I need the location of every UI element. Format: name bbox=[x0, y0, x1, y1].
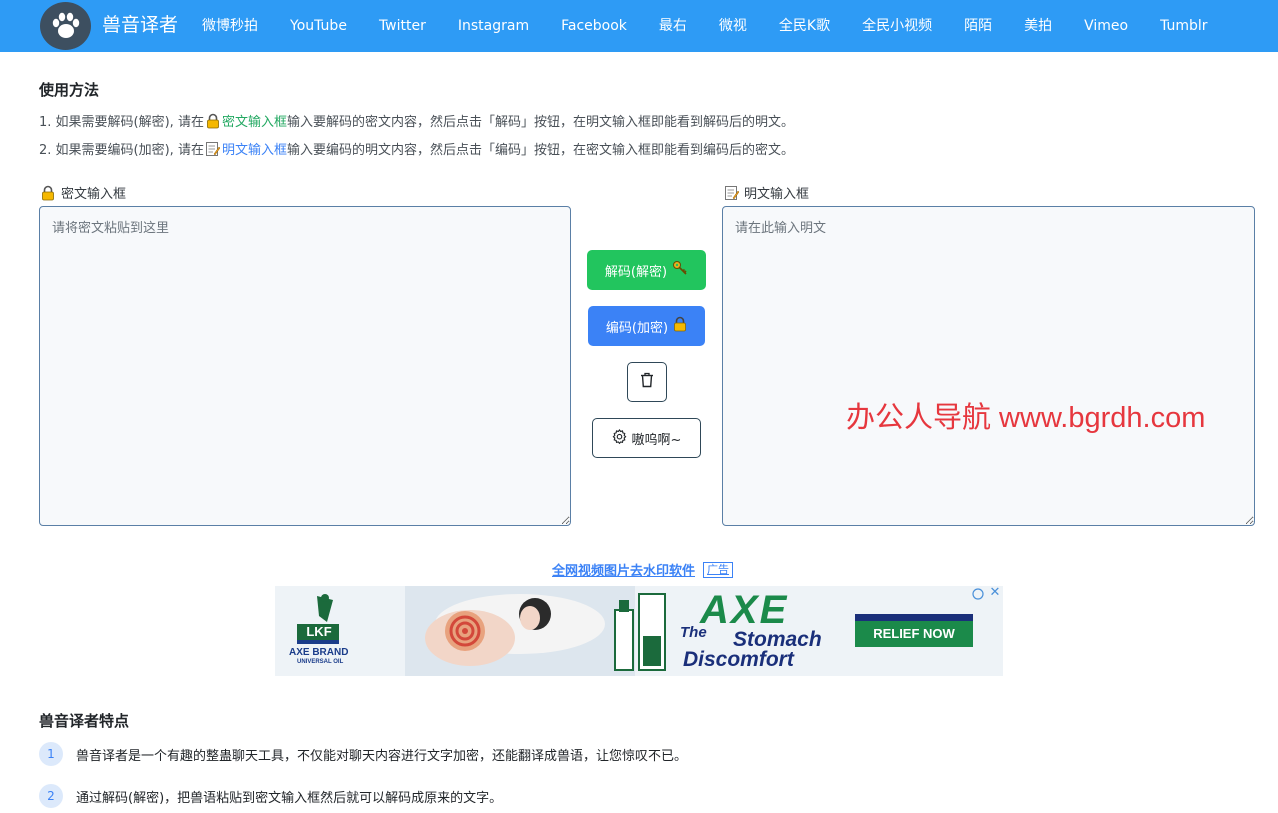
memo-icon bbox=[205, 141, 221, 157]
nav-item-weishi[interactable]: 微视 bbox=[703, 0, 763, 52]
usage-line-decode-post: 输入要解码的密文内容，然后点击「解码」按钮，在明文输入框即能看到解码后的明文。 bbox=[286, 115, 794, 130]
decode-button-label: 解码(解密) bbox=[604, 264, 668, 280]
feature-number: 1 bbox=[39, 742, 63, 766]
paw-logo-icon[interactable] bbox=[40, 2, 91, 50]
plain-label-text: 明文输入框 bbox=[744, 187, 810, 202]
usage-line-encode-pre: 2. 如果需要编码(加密), 请在 bbox=[39, 143, 204, 158]
feature-text: 通过解码(解密)，把兽语粘贴到密文输入框然后就可以解码成原来的文字。 bbox=[76, 790, 503, 806]
usage-line-encode-post: 输入要编码的明文内容，然后点击「编码」按钮，在密文输入框即能看到编码后的密文。 bbox=[286, 143, 794, 158]
brand-title[interactable]: 兽音译者 bbox=[102, 12, 178, 38]
key-icon bbox=[672, 260, 688, 280]
usage-line-decode-pre: 1. 如果需要解码(解密), 请在 bbox=[39, 115, 204, 130]
ad-banner-brand: AXE BRAND bbox=[289, 647, 349, 658]
usage-line-decode: 1. 如果需要解码(解密), 请在 密文输入框 输入要解码的密文内容，然后点击「… bbox=[39, 111, 794, 130]
ad-close-icon[interactable]: ✕ bbox=[988, 586, 1002, 600]
nav-menu: 微博秒拍 YouTube Twitter Instagram Facebook … bbox=[186, 0, 1224, 52]
lock-icon bbox=[673, 316, 687, 336]
ad-link-text[interactable]: 全网视频图片去水印软件 bbox=[552, 560, 695, 579]
nav-item-quanmin-kge[interactable]: 全民K歌 bbox=[763, 0, 846, 52]
settings-button-label: 嗷呜啊~ bbox=[631, 432, 682, 448]
top-navbar: 兽音译者 微博秒拍 YouTube Twitter Instagram Face… bbox=[0, 0, 1278, 52]
ad-banner-headline-the: The bbox=[680, 624, 707, 641]
nav-item-weibo[interactable]: 微博秒拍 bbox=[186, 0, 274, 52]
cipher-input[interactable] bbox=[39, 206, 571, 526]
feature-text: 兽音译者是一个有趣的整蛊聊天工具，不仅能对聊天内容进行文字加密，还能翻译成兽语，… bbox=[76, 748, 688, 764]
ad-banner[interactable]: LKF AXE BRAND UNIVERSAL OIL AXE The Stom… bbox=[275, 586, 1003, 676]
decode-button[interactable]: 解码(解密) bbox=[587, 250, 706, 290]
usage-line-encode-highlight: 明文输入框 bbox=[221, 143, 287, 158]
nav-item-quanmin-video[interactable]: 全民小视频 bbox=[846, 0, 948, 52]
site-watermark: 办公人导航 www.bgrdh.com bbox=[846, 402, 1206, 434]
feature-item: 2 通过解码(解密)，把兽语粘贴到密文输入框然后就可以解码成原来的文字。 bbox=[39, 784, 502, 808]
feature-item: 1 兽音译者是一个有趣的整蛊聊天工具，不仅能对聊天内容进行文字加密，还能翻译成兽… bbox=[39, 742, 687, 766]
encode-button[interactable]: 编码(加密) bbox=[588, 306, 705, 346]
nav-item-tumblr[interactable]: Tumblr bbox=[1144, 0, 1223, 52]
nav-item-facebook[interactable]: Facebook bbox=[545, 0, 643, 52]
trash-icon bbox=[640, 372, 654, 392]
usage-title: 使用方法 bbox=[39, 81, 100, 99]
features-title: 兽音译者特点 bbox=[39, 712, 130, 730]
ad-banner-headline-2: Discomfort bbox=[683, 648, 794, 671]
memo-icon bbox=[723, 185, 739, 201]
settings-button[interactable]: 嗷呜啊~ bbox=[592, 418, 701, 458]
ad-banner-headline-big: AXE bbox=[700, 588, 789, 632]
nav-item-twitter[interactable]: Twitter bbox=[363, 0, 442, 52]
plain-input[interactable] bbox=[722, 206, 1255, 526]
nav-item-meipai[interactable]: 美拍 bbox=[1008, 0, 1068, 52]
nav-item-zuiyou[interactable]: 最右 bbox=[643, 0, 703, 52]
feature-number: 2 bbox=[39, 784, 63, 808]
ad-tag-badge: 广告 bbox=[703, 561, 734, 578]
nav-item-instagram[interactable]: Instagram bbox=[442, 0, 545, 52]
usage-line-decode-highlight: 密文输入框 bbox=[221, 115, 287, 130]
cipher-label-text: 密文输入框 bbox=[61, 187, 127, 202]
cipher-box-label: 密文输入框 bbox=[39, 183, 126, 202]
ad-link[interactable]: 全网视频图片去水印软件 广告 bbox=[552, 560, 734, 579]
usage-line-encode: 2. 如果需要编码(加密), 请在 明文输入框 输入要编码的明文内容，然后点击「… bbox=[39, 139, 794, 158]
encode-button-label: 编码(加密) bbox=[605, 320, 669, 336]
ad-banner-logo-text: LKF bbox=[306, 624, 332, 639]
ad-banner-cta-button[interactable]: RELIEF NOW bbox=[855, 621, 973, 647]
nav-item-vimeo[interactable]: Vimeo bbox=[1068, 0, 1144, 52]
ad-banner-brand-sub: UNIVERSAL OIL bbox=[297, 659, 344, 665]
lock-icon bbox=[205, 113, 221, 129]
nav-item-momo[interactable]: 陌陌 bbox=[948, 0, 1008, 52]
plain-box-label: 明文输入框 bbox=[722, 183, 809, 202]
gear-icon bbox=[612, 428, 627, 448]
clear-button[interactable] bbox=[627, 362, 667, 402]
lock-icon bbox=[40, 185, 56, 201]
nav-item-youtube[interactable]: YouTube bbox=[274, 0, 363, 52]
